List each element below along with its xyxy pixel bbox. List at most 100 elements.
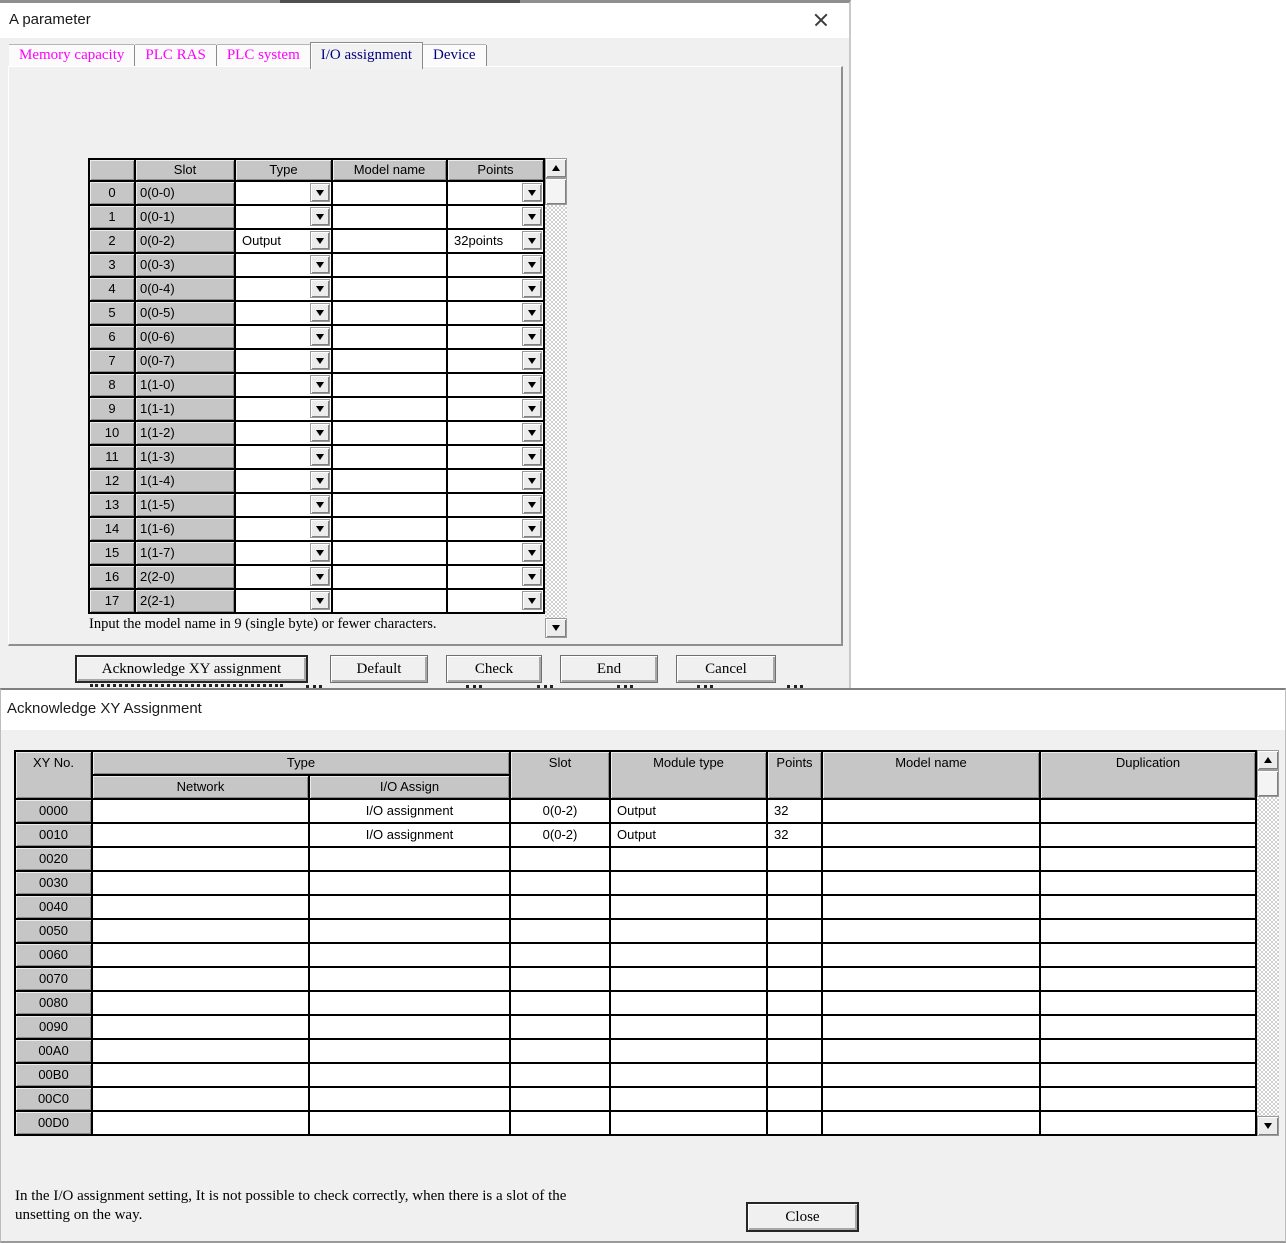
- type-dropdown-button[interactable]: [310, 327, 330, 346]
- tab-io-assignment[interactable]: I/O assignment: [310, 42, 423, 69]
- type-dropdown-button[interactable]: [310, 375, 330, 394]
- end-button[interactable]: End: [560, 655, 658, 683]
- row-number-header[interactable]: 2: [90, 230, 134, 252]
- type-dropdown-button[interactable]: [310, 543, 330, 562]
- row-number-header[interactable]: 5: [90, 302, 134, 324]
- scrollbar-track[interactable]: [1257, 797, 1279, 1116]
- type-dropdown-button[interactable]: [310, 303, 330, 322]
- scroll-up-button[interactable]: [545, 158, 567, 178]
- points-cell[interactable]: [448, 278, 543, 300]
- points-cell[interactable]: [448, 302, 543, 324]
- row-number-header[interactable]: 16: [90, 566, 134, 588]
- default-button[interactable]: Default: [330, 655, 428, 683]
- row-number-header[interactable]: 12: [90, 470, 134, 492]
- model-name-cell[interactable]: [333, 254, 446, 276]
- points-cell[interactable]: [448, 254, 543, 276]
- scroll-down-button[interactable]: [545, 618, 567, 638]
- points-cell[interactable]: [448, 374, 543, 396]
- points-dropdown-button[interactable]: [522, 351, 542, 370]
- row-number-header[interactable]: 15: [90, 542, 134, 564]
- model-name-cell[interactable]: [333, 398, 446, 420]
- points-cell[interactable]: [448, 398, 543, 420]
- model-name-cell[interactable]: [333, 446, 446, 468]
- type-dropdown-button[interactable]: [310, 567, 330, 586]
- type-cell[interactable]: [236, 446, 331, 468]
- model-name-cell[interactable]: [333, 422, 446, 444]
- type-cell[interactable]: [236, 302, 331, 324]
- type-cell[interactable]: [236, 422, 331, 444]
- points-cell[interactable]: 32points: [448, 230, 543, 252]
- type-cell[interactable]: [236, 518, 331, 540]
- model-name-cell[interactable]: [333, 230, 446, 252]
- type-dropdown-button[interactable]: [310, 447, 330, 466]
- type-dropdown-button[interactable]: [310, 519, 330, 538]
- points-cell[interactable]: [448, 494, 543, 516]
- type-cell[interactable]: Output: [236, 230, 331, 252]
- row-number-header[interactable]: 9: [90, 398, 134, 420]
- type-dropdown-button[interactable]: [310, 255, 330, 274]
- model-name-cell[interactable]: [333, 326, 446, 348]
- scrollbar-thumb[interactable]: [545, 178, 567, 205]
- model-name-cell[interactable]: [333, 518, 446, 540]
- model-name-cell[interactable]: [333, 542, 446, 564]
- type-dropdown-button[interactable]: [310, 471, 330, 490]
- type-cell[interactable]: [236, 182, 331, 204]
- points-dropdown-button[interactable]: [522, 399, 542, 418]
- tab-memory-capacity[interactable]: Memory capacity: [9, 44, 134, 67]
- check-button[interactable]: Check: [446, 655, 542, 683]
- close-icon[interactable]: [811, 10, 831, 30]
- scrollbar-track[interactable]: [545, 205, 567, 618]
- row-number-header[interactable]: 13: [90, 494, 134, 516]
- points-cell[interactable]: [448, 518, 543, 540]
- points-dropdown-button[interactable]: [522, 591, 542, 610]
- points-cell[interactable]: [448, 182, 543, 204]
- type-cell[interactable]: [236, 398, 331, 420]
- points-dropdown-button[interactable]: [522, 471, 542, 490]
- points-dropdown-button[interactable]: [522, 327, 542, 346]
- points-cell[interactable]: [448, 566, 543, 588]
- tab-device[interactable]: Device: [423, 44, 485, 67]
- row-number-header[interactable]: 4: [90, 278, 134, 300]
- model-name-cell[interactable]: [333, 566, 446, 588]
- points-cell[interactable]: [448, 206, 543, 228]
- type-dropdown-button[interactable]: [310, 231, 330, 250]
- type-dropdown-button[interactable]: [310, 279, 330, 298]
- points-dropdown-button[interactable]: [522, 207, 542, 226]
- type-cell[interactable]: [236, 542, 331, 564]
- tab-plc-system[interactable]: PLC system: [217, 44, 310, 67]
- model-name-cell[interactable]: [333, 302, 446, 324]
- points-dropdown-button[interactable]: [522, 543, 542, 562]
- points-dropdown-button[interactable]: [522, 375, 542, 394]
- points-cell[interactable]: [448, 422, 543, 444]
- points-dropdown-button[interactable]: [522, 519, 542, 538]
- points-cell[interactable]: [448, 470, 543, 492]
- acknowledge-xy-assignment-button[interactable]: Acknowledge XY assignment: [75, 655, 308, 683]
- type-cell[interactable]: [236, 374, 331, 396]
- row-number-header[interactable]: 17: [90, 590, 134, 612]
- points-dropdown-button[interactable]: [522, 183, 542, 202]
- model-name-cell[interactable]: [333, 470, 446, 492]
- points-dropdown-button[interactable]: [522, 423, 542, 442]
- model-name-cell[interactable]: [333, 374, 446, 396]
- type-cell[interactable]: [236, 278, 331, 300]
- type-dropdown-button[interactable]: [310, 399, 330, 418]
- row-number-header[interactable]: 3: [90, 254, 134, 276]
- row-number-header[interactable]: 1: [90, 206, 134, 228]
- points-dropdown-button[interactable]: [522, 495, 542, 514]
- type-dropdown-button[interactable]: [310, 591, 330, 610]
- row-number-header[interactable]: 8: [90, 374, 134, 396]
- scroll-down-button[interactable]: [1257, 1116, 1279, 1136]
- row-number-header[interactable]: 14: [90, 518, 134, 540]
- tab-plc-ras[interactable]: PLC RAS: [135, 44, 215, 67]
- model-name-cell[interactable]: [333, 278, 446, 300]
- type-dropdown-button[interactable]: [310, 183, 330, 202]
- type-cell[interactable]: [236, 254, 331, 276]
- points-cell[interactable]: [448, 350, 543, 372]
- type-dropdown-button[interactable]: [310, 351, 330, 370]
- points-cell[interactable]: [448, 542, 543, 564]
- cancel-button[interactable]: Cancel: [676, 655, 776, 683]
- row-number-header[interactable]: 6: [90, 326, 134, 348]
- points-cell[interactable]: [448, 326, 543, 348]
- type-cell[interactable]: [236, 350, 331, 372]
- type-dropdown-button[interactable]: [310, 495, 330, 514]
